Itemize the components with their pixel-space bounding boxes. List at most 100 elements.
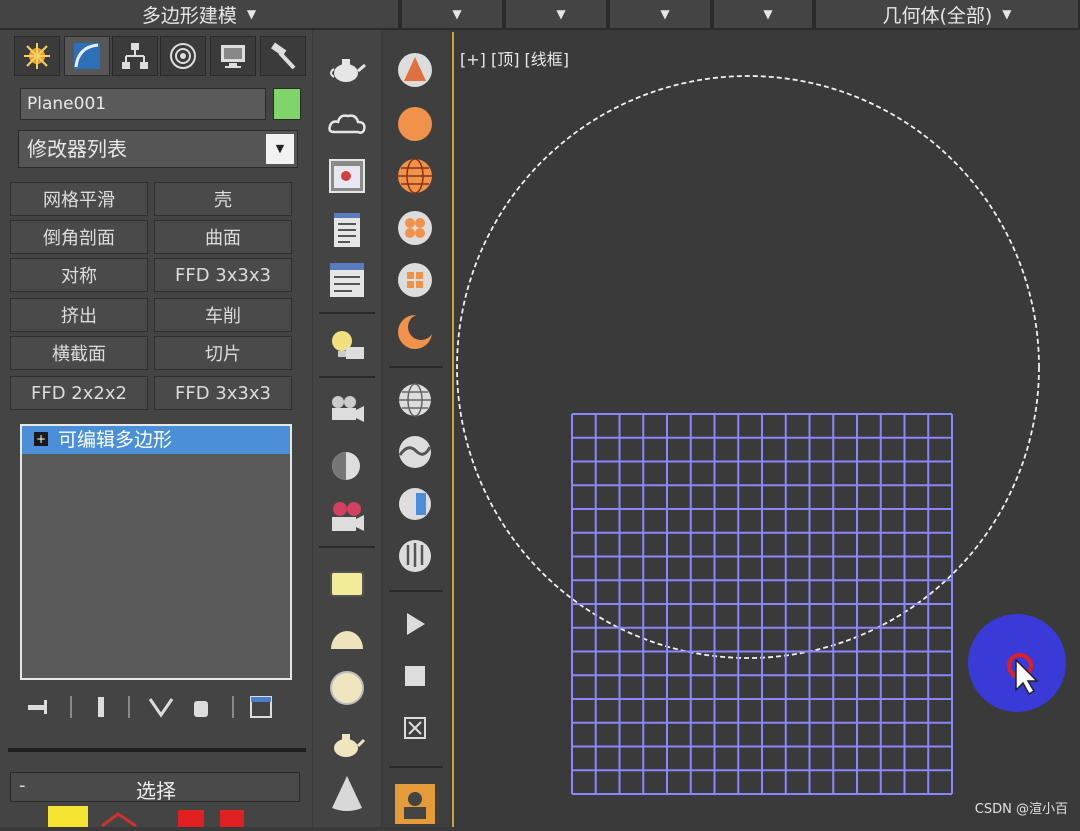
stop-icon[interactable]	[395, 656, 435, 696]
tab-modify[interactable]	[64, 36, 110, 76]
create-star-icon	[24, 43, 50, 69]
chevron-down-icon: ▼	[556, 7, 566, 21]
teapot-solid-icon[interactable]	[327, 724, 367, 764]
selection-rollout-header[interactable]: - 选择	[10, 772, 300, 803]
command-panel: Plane001 修改器列表 ▼ 网格平滑 壳 倒角剖面 曲面 对称 FFD 3…	[0, 30, 312, 828]
toolbar-dropdown-3[interactable]: ▼	[610, 0, 712, 28]
toolbar-dropdown-2[interactable]: ▼	[506, 0, 608, 28]
modifier-list-dropdown[interactable]: 修改器列表 ▼	[18, 130, 298, 168]
orange-sphere-icon[interactable]	[395, 104, 435, 144]
chevron-down-icon: ▼	[452, 7, 462, 21]
list-document-icon[interactable]	[327, 210, 367, 250]
camera-icon[interactable]	[327, 390, 367, 430]
plane-primitive-icon[interactable]	[327, 564, 367, 604]
modifier-button[interactable]: FFD 2x2x2	[10, 376, 148, 410]
pin-stack-icon[interactable]	[24, 692, 54, 722]
image-window-icon[interactable]	[327, 156, 367, 196]
calendar-icon[interactable]	[327, 260, 367, 300]
edge-select-icon[interactable]	[100, 810, 140, 828]
paint-cone-icon[interactable]	[395, 50, 435, 90]
motion-icon	[170, 43, 196, 69]
play-icon[interactable]	[395, 604, 435, 644]
modifier-button[interactable]: 切片	[154, 336, 292, 370]
box-sphere-icon[interactable]	[395, 260, 435, 300]
modifier-stack[interactable]: + 可编辑多边形	[20, 424, 292, 680]
modifier-button[interactable]: FFD 3x3x3	[154, 376, 292, 410]
modifier-button[interactable]: 挤出	[10, 298, 148, 332]
sphere-icon[interactable]	[327, 668, 367, 708]
chevron-down-icon: ▼	[763, 7, 773, 21]
close-box-icon[interactable]	[395, 708, 435, 748]
modifier-button[interactable]: 横截面	[10, 336, 148, 370]
object-color-swatch[interactable]	[273, 88, 301, 120]
shape-tools-column	[383, 30, 449, 827]
modifier-button[interactable]: 车削	[154, 298, 292, 332]
polygon-select-icon[interactable]	[178, 810, 204, 827]
tab-motion[interactable]	[160, 36, 206, 76]
geo-sphere-icon[interactable]	[395, 156, 435, 196]
divider	[8, 748, 306, 752]
remove-modifier-icon[interactable]	[186, 692, 216, 722]
modifier-button[interactable]: 对称	[10, 258, 148, 292]
cone-icon[interactable]	[327, 774, 367, 814]
hemisphere-icon[interactable]	[327, 618, 367, 658]
modifier-list-label: 修改器列表	[27, 137, 127, 161]
separator	[389, 366, 443, 368]
stack-item-label: 可编辑多边形	[58, 429, 173, 451]
make-unique-icon[interactable]	[146, 692, 176, 722]
click-indicator	[968, 614, 1066, 712]
lens-camera-icon[interactable]	[327, 446, 367, 486]
modifier-button[interactable]: 网格平滑	[10, 182, 148, 216]
separator	[128, 696, 130, 718]
modifier-button[interactable]: 曲面	[154, 220, 292, 254]
tab-utilities[interactable]	[260, 36, 306, 76]
hierarchy-icon	[122, 43, 148, 69]
patterned-sphere-icon[interactable]	[395, 208, 435, 248]
wire-sphere-icon[interactable]	[395, 380, 435, 420]
create-category-column	[313, 30, 381, 827]
modifier-button[interactable]: 倒角剖面	[10, 220, 148, 254]
chevron-down-icon: ▼	[660, 7, 670, 21]
tab-hierarchy[interactable]	[112, 36, 158, 76]
vertex-select-icon[interactable]	[48, 806, 88, 827]
toolbar-dropdown-4[interactable]: ▼	[714, 0, 814, 28]
mode-label: 多边形建模	[141, 4, 237, 27]
viewport-label[interactable]: [+] [顶] [线框]	[460, 46, 569, 70]
separator	[70, 696, 72, 718]
teapot-icon[interactable]	[327, 48, 367, 88]
toolbar-dropdown-1[interactable]: ▼	[402, 0, 504, 28]
display-monitor-icon	[221, 45, 245, 68]
chevron-down-icon: ▼	[1002, 7, 1012, 21]
configure-sets-icon[interactable]	[246, 692, 276, 722]
render-setup-icon[interactable]	[393, 782, 437, 826]
film-camera-icon[interactable]	[327, 496, 367, 536]
watermark: CSDN @渲小百	[974, 802, 1068, 817]
mode-dropdown[interactable]: 多边形建模 ▼	[0, 0, 400, 28]
split-sphere-icon[interactable]	[395, 484, 435, 524]
separator	[319, 546, 375, 548]
modifier-button[interactable]: 壳	[154, 182, 292, 216]
expand-plus-icon[interactable]: +	[34, 432, 48, 446]
light-bulb-icon[interactable]	[327, 326, 367, 366]
hammer-icon	[270, 42, 296, 70]
modifier-button[interactable]: FFD 3x3x3	[154, 258, 292, 292]
tab-create[interactable]	[14, 36, 60, 76]
show-end-result-icon[interactable]	[86, 692, 116, 722]
separator	[389, 590, 443, 592]
cloud-shape-icon[interactable]	[327, 104, 367, 144]
mouse-cursor-icon	[1015, 658, 1039, 696]
rollout-title: 选择	[136, 779, 176, 803]
tab-display[interactable]	[210, 36, 256, 76]
plane-wireframe-grid	[571, 413, 953, 795]
wave-sphere-icon[interactable]	[395, 432, 435, 472]
separator	[389, 766, 443, 768]
geometry-dropdown[interactable]: 几何体(全部) ▼	[816, 0, 1080, 28]
crescent-sphere-icon[interactable]	[395, 312, 435, 352]
object-name-field[interactable]: Plane001	[20, 88, 266, 120]
top-toolbar: 多边形建模 ▼ ▼ ▼ ▼ ▼ 几何体(全部) ▼	[0, 0, 1080, 30]
chevron-down-icon: ▼	[266, 134, 294, 164]
separator	[232, 696, 234, 718]
lines-sphere-icon[interactable]	[395, 536, 435, 576]
stack-item-editable-poly[interactable]: + 可编辑多边形	[22, 426, 290, 454]
element-select-icon[interactable]	[220, 810, 244, 827]
